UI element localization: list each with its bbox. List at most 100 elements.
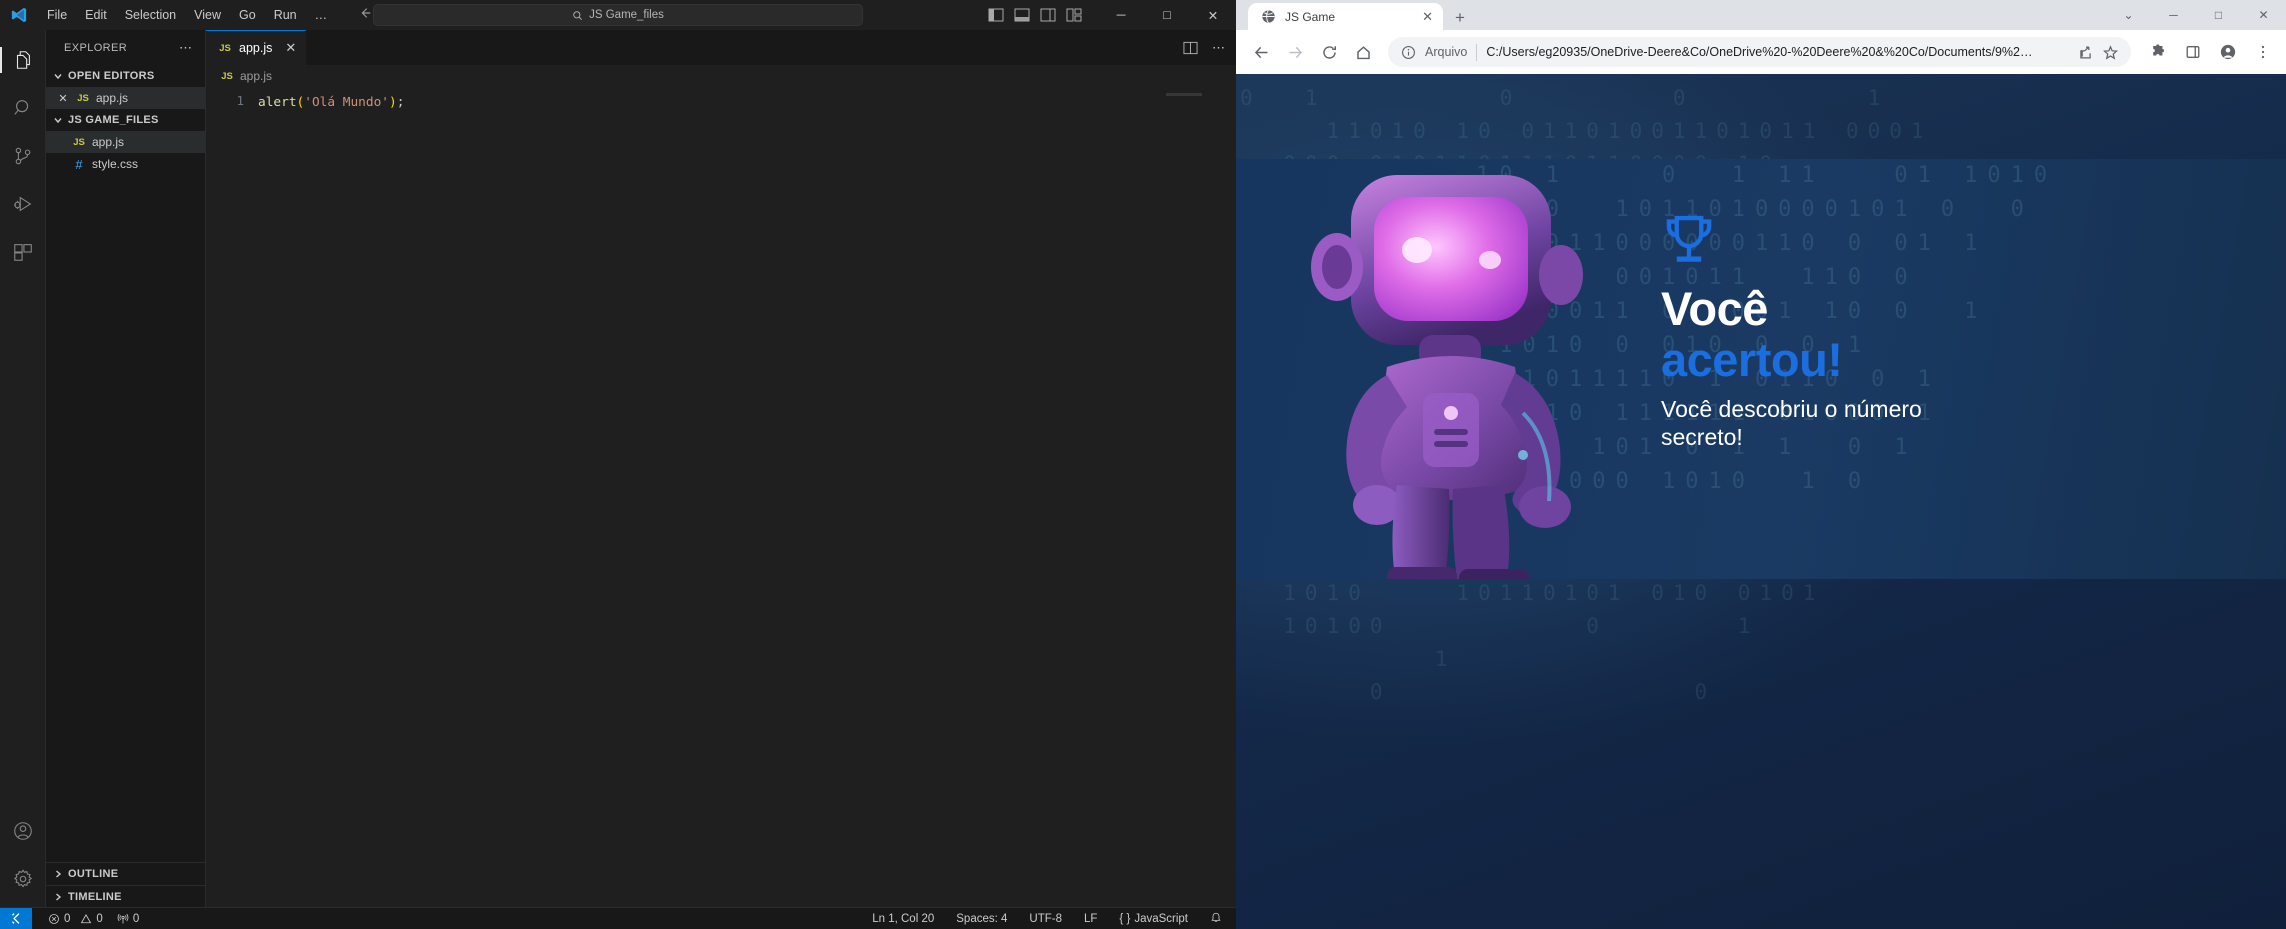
explorer-more-actions-icon[interactable]: ⋯ — [173, 40, 199, 56]
hero-heading-line2: acertou! — [1661, 332, 1843, 386]
vscode-minimize-button[interactable]: ─ — [1098, 0, 1144, 30]
reload-icon — [1322, 45, 1336, 59]
tab-close-icon[interactable]: ✕ — [285, 40, 296, 56]
vscode-close-button[interactable]: ✕ — [1190, 0, 1236, 30]
js-icon: JS — [219, 42, 231, 54]
editor-group: JS app.js ✕ ⋯ JS app.js 1 alert('Olá Mun… — [206, 30, 1236, 907]
side-panel-icon — [2186, 46, 2200, 58]
open-editor-label: app.js — [96, 91, 129, 105]
sidebar-item-extensions[interactable] — [0, 228, 46, 276]
sidebar-item-source-control[interactable] — [0, 132, 46, 180]
extensions-button[interactable] — [2143, 37, 2173, 67]
new-tab-button[interactable]: + — [1455, 9, 1465, 26]
vscode-titlebar: File Edit Selection View Go Run … JS Gam… — [0, 0, 1236, 30]
code-token-function: alert — [258, 95, 297, 110]
file-row-style-css[interactable]: # style.css — [46, 153, 205, 175]
status-ports[interactable]: 0 — [117, 913, 139, 925]
hero-subtitle: Você descobriu o número secreto! — [1661, 396, 1922, 451]
toggle-secondary-sidebar-icon[interactable] — [1040, 8, 1056, 22]
code-token-semicolon: ; — [396, 95, 405, 110]
sidebar-item-explorer[interactable] — [0, 36, 46, 84]
status-encoding[interactable]: UTF-8 — [1029, 913, 1062, 925]
menu-more[interactable]: … — [306, 4, 337, 26]
browser-close-button[interactable]: ✕ — [2241, 0, 2286, 30]
menu-edit[interactable]: Edit — [76, 4, 116, 26]
side-panel-button[interactable] — [2178, 37, 2208, 67]
split-editor-right-icon[interactable] — [1183, 41, 1198, 55]
sidebar-footer: OUTLINE TIMELINE — [46, 862, 205, 907]
go-back-icon[interactable] — [358, 6, 372, 24]
vscode-maximize-button[interactable]: □ — [1144, 0, 1190, 30]
home-button[interactable] — [1346, 35, 1380, 69]
home-icon — [1356, 45, 1370, 59]
account-icon — [13, 822, 32, 840]
chrome-browser-window: JS Game ✕ + ⌄ ─ □ ✕ Arquivo C:/Users/eg2… — [1236, 0, 2286, 929]
address-bar-scheme: Arquivo — [1425, 45, 1468, 59]
status-cursor-position[interactable]: Ln 1, Col 20 — [872, 913, 934, 925]
minimap[interactable] — [1166, 93, 1222, 96]
js-icon: JS — [221, 70, 233, 82]
accounts-button[interactable] — [0, 807, 46, 855]
status-notifications[interactable] — [1210, 911, 1222, 926]
breadcrumb[interactable]: JS app.js — [206, 65, 1236, 87]
editor-actions: ⋯ — [1183, 30, 1226, 65]
remote-window-button[interactable] — [0, 907, 32, 929]
section-workspace-folder[interactable]: JS GAME_FILES — [46, 109, 205, 131]
toggle-primary-sidebar-icon[interactable] — [988, 8, 1004, 22]
info-icon[interactable] — [1401, 45, 1416, 60]
browser-collapse-button[interactable]: ⌄ — [2106, 0, 2151, 30]
code-content[interactable]: alert('Olá Mundo'); — [258, 87, 404, 907]
share-icon[interactable] — [2078, 45, 2093, 60]
browser-maximize-button[interactable]: □ — [2196, 0, 2241, 30]
vscode-logo-icon — [0, 6, 38, 24]
menu-view[interactable]: View — [185, 4, 230, 26]
browser-tabstrip: JS Game ✕ + ⌄ ─ □ ✕ — [1236, 0, 2286, 30]
status-language-mode[interactable]: { } JavaScript — [1119, 913, 1188, 925]
editor-tab-app-js[interactable]: JS app.js ✕ — [206, 30, 307, 65]
section-timeline[interactable]: TIMELINE — [46, 885, 205, 907]
menu-go[interactable]: Go — [230, 4, 265, 26]
manage-settings-button[interactable] — [0, 855, 46, 903]
sidebar-item-search[interactable] — [0, 84, 46, 132]
chevron-right-icon — [52, 891, 64, 903]
file-row-app-js[interactable]: JS app.js — [46, 131, 205, 153]
chrome-menu-button[interactable] — [2248, 37, 2278, 67]
forward-button[interactable] — [1278, 35, 1312, 69]
vscode-menubar[interactable]: File Edit Selection View Go Run … — [38, 4, 336, 26]
code-editor[interactable]: 1 alert('Olá Mundo'); — [206, 87, 1236, 907]
puzzle-icon — [2153, 44, 2165, 56]
status-indentation[interactable]: Spaces: 4 — [956, 913, 1007, 925]
menu-file[interactable]: File — [38, 4, 76, 26]
sidebar-item-run-and-debug[interactable] — [0, 180, 46, 228]
star-icon[interactable] — [2103, 44, 2118, 60]
toggle-panel-icon[interactable] — [1014, 8, 1030, 22]
browser-minimize-button[interactable]: ─ — [2151, 0, 2196, 30]
hero-heading-line1: Você — [1661, 282, 1768, 335]
error-count: 0 — [64, 912, 71, 925]
profile-button[interactable] — [2213, 37, 2243, 67]
warning-icon — [81, 913, 92, 923]
menu-run[interactable]: Run — [265, 4, 306, 26]
css-icon: # — [75, 156, 83, 172]
address-bar-url[interactable]: C:/Users/eg20935/OneDrive-Deere&Co/OneDr… — [1486, 45, 2069, 59]
browser-tab-close-icon[interactable]: ✕ — [1422, 9, 1433, 25]
status-problems[interactable]: 0 0 — [48, 913, 103, 925]
back-button[interactable] — [1244, 35, 1278, 69]
js-icon: JS — [77, 92, 89, 104]
address-bar[interactable]: Arquivo C:/Users/eg20935/OneDrive-Deere&… — [1388, 37, 2131, 67]
status-eol[interactable]: LF — [1084, 913, 1097, 925]
reload-button[interactable] — [1312, 35, 1346, 69]
back-arrow-icon — [1254, 46, 1267, 58]
section-outline[interactable]: OUTLINE — [46, 863, 205, 885]
open-editor-row-app-js[interactable]: ✕ JS app.js — [46, 87, 205, 109]
command-center-search[interactable]: JS Game_files — [373, 4, 863, 26]
close-icon[interactable]: ✕ — [56, 92, 70, 105]
menu-selection[interactable]: Selection — [116, 4, 185, 26]
browser-tab-js-game[interactable]: JS Game ✕ — [1248, 3, 1443, 30]
files-icon — [16, 51, 30, 69]
section-open-editors[interactable]: OPEN EDITORS — [46, 65, 205, 87]
customize-layout-icon[interactable] — [1066, 8, 1082, 22]
editor-more-actions-icon[interactable]: ⋯ — [1212, 40, 1226, 56]
status-left: 0 0 0 — [32, 913, 139, 925]
chevron-right-icon — [52, 868, 64, 880]
